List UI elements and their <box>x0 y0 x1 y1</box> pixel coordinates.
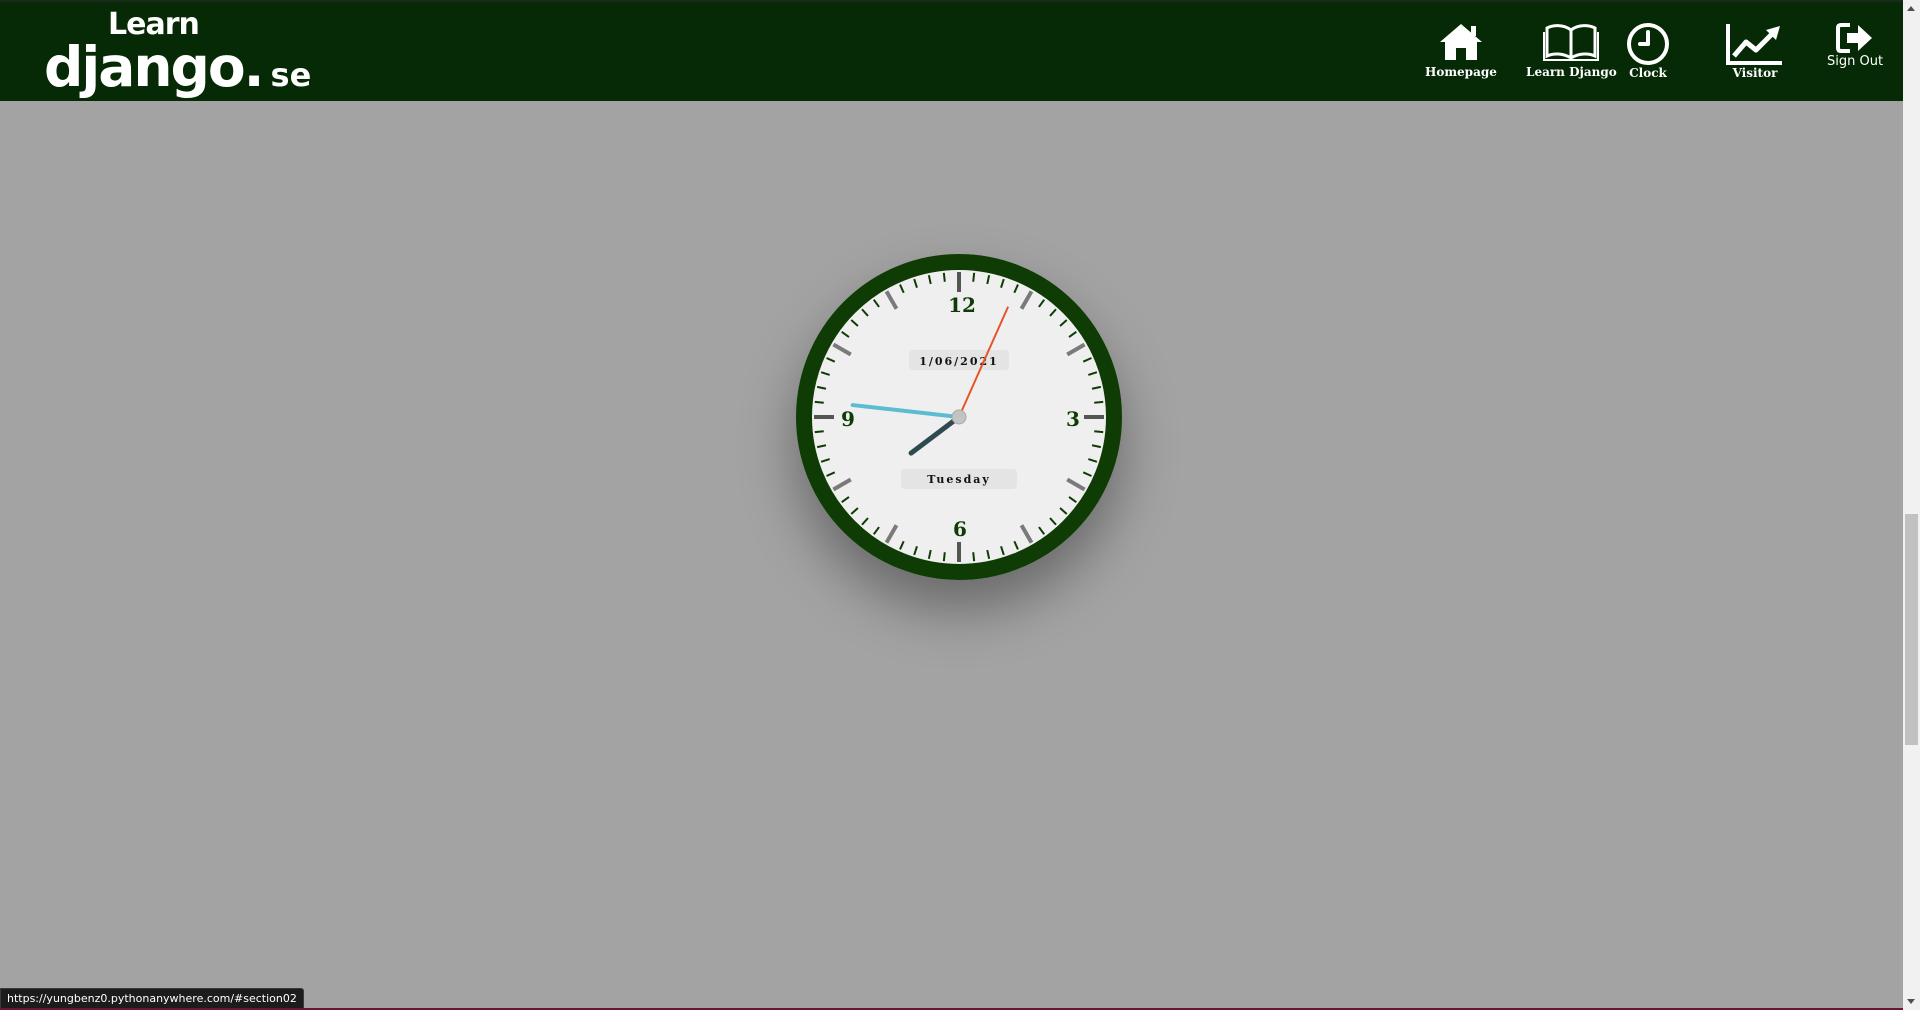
nav-visitor-label: Visitor <box>1732 66 1778 80</box>
clock-date: 1/06/2021 <box>919 355 999 368</box>
scrollbar-thumb[interactable] <box>1905 514 1918 745</box>
scroll-up-arrow-icon[interactable] <box>1907 6 1915 11</box>
clock-icon <box>1627 23 1669 65</box>
minute-tick <box>972 552 976 562</box>
analog-clock: 1/06/2021 Tuesday 12 3 6 9 <box>796 254 1122 580</box>
logo-suffix-text: se <box>270 56 312 94</box>
nav-clock-label: Clock <box>1629 66 1667 80</box>
book-icon <box>1543 24 1600 61</box>
status-bar-url: https://yungbenz0.pythonanywhere.com/#se… <box>0 988 304 1010</box>
trend-chart-icon <box>1726 24 1782 65</box>
clock-svg: 1/06/2021 Tuesday 12 3 6 9 <box>796 254 1122 580</box>
nav-learn-django[interactable]: Learn Django <box>1526 22 1617 79</box>
nav-homepage[interactable]: Homepage <box>1425 22 1497 79</box>
numeral-12: 12 <box>948 293 976 317</box>
sign-out-icon <box>1836 23 1873 53</box>
vertical-scrollbar[interactable] <box>1903 0 1920 1010</box>
minute-tick <box>942 272 946 282</box>
navbar: Learn django. se Homepage Learn Django Cl… <box>0 2 1903 101</box>
logo-django-text: django. <box>44 35 265 99</box>
nav-visitor[interactable]: Visitor <box>1726 22 1784 80</box>
numeral-3: 3 <box>1066 407 1080 431</box>
nav-sign-out-label: Sign Out <box>1827 54 1884 69</box>
nav-homepage-label: Homepage <box>1425 65 1497 79</box>
minute-tick <box>1094 430 1104 434</box>
minute-tick <box>972 272 976 282</box>
logo-main-text: django. se <box>44 40 311 95</box>
minute-tick <box>814 400 824 404</box>
minute-tick <box>1094 400 1104 404</box>
clock-day: Tuesday <box>927 473 991 486</box>
home-icon <box>1439 24 1482 60</box>
minute-tick <box>814 430 824 434</box>
minute-tick <box>942 552 946 562</box>
numeral-6: 6 <box>953 517 967 541</box>
nav-clock[interactable]: Clock <box>1626 22 1670 80</box>
numeral-9: 9 <box>841 407 855 431</box>
nav-learn-django-label: Learn Django <box>1526 65 1617 79</box>
nav-sign-out[interactable]: Sign Out <box>1827 22 1883 69</box>
scroll-down-arrow-icon[interactable] <box>1907 999 1915 1004</box>
clock-center-pin <box>951 409 967 425</box>
